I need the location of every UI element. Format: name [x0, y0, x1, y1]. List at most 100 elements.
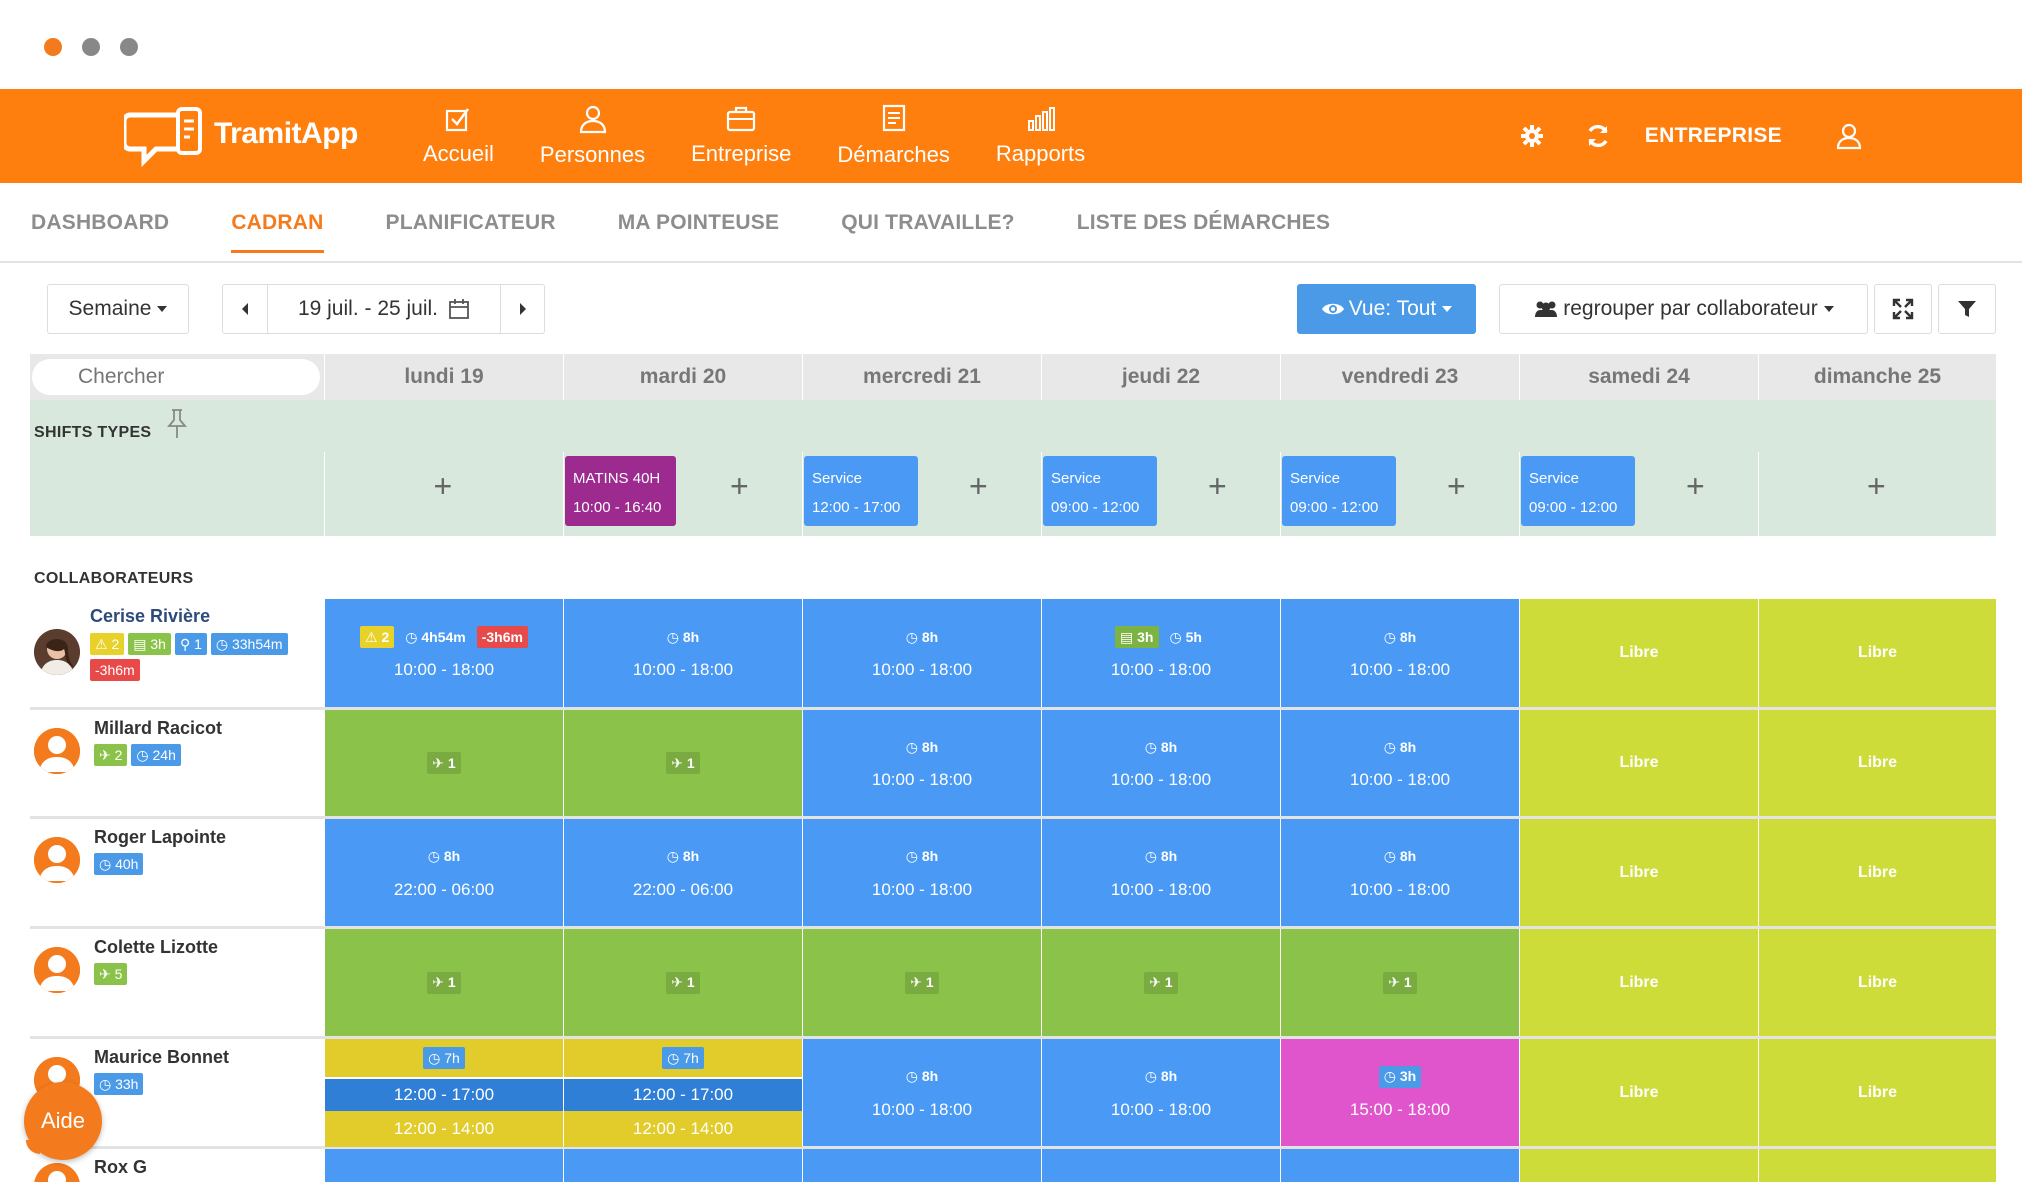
window-close-dot[interactable] — [44, 38, 62, 56]
shift-time[interactable]: 12:00 - 14:00 — [325, 1111, 563, 1147]
add-shift-icon[interactable]: + — [1208, 470, 1227, 502]
day-cell[interactable]: ◷ 8h 10:00 - 18:00 — [1280, 599, 1519, 707]
day-cell[interactable]: ◷ 8h 10:00 - 18:00 — [1041, 819, 1280, 926]
add-shift-icon[interactable]: + — [434, 470, 453, 502]
shift-type-chip[interactable]: MATINS 40H 10:00 - 16:40 — [565, 456, 676, 526]
day-cell[interactable]: ✈ 1 — [324, 929, 563, 1036]
day-cell[interactable]: Libre — [1519, 599, 1758, 707]
day-cell[interactable] — [1280, 1149, 1519, 1182]
collaborator-name[interactable]: Cerise Rivière — [90, 606, 210, 627]
day-cell[interactable]: Libre — [1758, 710, 1996, 816]
day-cell[interactable]: ◷ 8h 10:00 - 18:00 — [1041, 710, 1280, 816]
shift-type-chip[interactable]: Service 12:00 - 17:00 — [804, 456, 918, 526]
collaborator-name[interactable]: Roger Lapointe — [94, 827, 226, 848]
day-cell[interactable]: Libre — [1758, 599, 1996, 707]
day-cell[interactable]: ✈ 1 — [1041, 929, 1280, 1036]
day-cell[interactable]: ◷ 7h 12:00 - 17:00 12:00 - 14:00 — [563, 1039, 802, 1147]
day-cell[interactable]: ◷ 8h 10:00 - 18:00 — [802, 819, 1041, 926]
day-cell[interactable] — [1519, 1149, 1758, 1182]
day-cell[interactable] — [563, 1149, 802, 1182]
period-value: Semaine — [68, 297, 152, 320]
nav-accueil[interactable]: Accueil — [400, 89, 517, 183]
day-cell[interactable]: ◷ 8h 10:00 - 18:00 — [1041, 1039, 1280, 1146]
day-cell[interactable]: ▤ 3h ◷ 5h 10:00 - 18:00 — [1041, 599, 1280, 707]
shift-time[interactable]: 12:00 - 17:00 — [325, 1079, 563, 1111]
shift-type-chip[interactable]: Service 09:00 - 12:00 — [1521, 456, 1635, 526]
day-cell[interactable]: ◷ 3h 15:00 - 18:00 — [1280, 1039, 1519, 1146]
company-menu[interactable]: ENTREPRISE — [1631, 124, 1816, 148]
collaborator-name[interactable]: Millard Racicot — [94, 718, 222, 739]
collaborator-name[interactable]: Colette Lizotte — [94, 937, 218, 958]
add-shift-icon[interactable]: + — [730, 470, 749, 502]
tab-cadran[interactable]: CADRAN — [200, 183, 354, 263]
collaborator-name[interactable]: Rox G — [94, 1157, 147, 1178]
user-account-button[interactable] — [1816, 89, 1882, 183]
day-cell[interactable]: ◷ 8h 10:00 - 18:00 — [802, 599, 1041, 707]
day-cell[interactable]: Libre — [1758, 929, 1996, 1036]
day-cell[interactable] — [324, 1149, 563, 1182]
nav-entreprise[interactable]: Entreprise — [668, 89, 814, 183]
settings-button[interactable] — [1499, 89, 1565, 183]
collaborator-info[interactable]: Roger Lapointe ◷ 40h — [30, 819, 324, 926]
leave-badge: ✈ 1 — [666, 752, 700, 774]
tab-liste-demarches[interactable]: LISTE DES DÉMARCHES — [1046, 183, 1362, 263]
pin-icon[interactable] — [166, 408, 188, 440]
day-cell[interactable]: ◷ 7h 12:00 - 17:00 12:00 - 14:00 — [324, 1039, 563, 1147]
collaborator-info[interactable]: Colette Lizotte ✈ 5 — [30, 929, 324, 1036]
search-input[interactable] — [32, 359, 320, 395]
day-cell[interactable]: ◷ 8h 10:00 - 18:00 — [1280, 819, 1519, 926]
refresh-button[interactable] — [1565, 89, 1631, 183]
day-cell[interactable]: ◷ 8h 10:00 - 18:00 — [802, 710, 1041, 816]
app-logo[interactable]: TramitApp — [124, 101, 358, 167]
day-cell[interactable]: ✈ 1 — [324, 710, 563, 816]
day-cell[interactable]: Libre — [1519, 710, 1758, 816]
collaborator-info[interactable]: Millard Racicot ✈ 2 ◷ 24h — [30, 710, 324, 816]
shift-time[interactable]: 12:00 - 17:00 — [564, 1079, 802, 1111]
day-cell[interactable]: ✈ 1 — [563, 710, 802, 816]
shift-type-chip[interactable]: Service 09:00 - 12:00 — [1282, 456, 1396, 526]
day-cell[interactable]: ◷ 8h 10:00 - 18:00 — [1280, 710, 1519, 816]
day-cell[interactable] — [802, 1149, 1041, 1182]
add-shift-icon[interactable]: + — [1686, 470, 1705, 502]
day-cell[interactable]: Libre — [1519, 819, 1758, 926]
fullscreen-button[interactable] — [1874, 284, 1932, 334]
nav-personnes[interactable]: Personnes — [517, 89, 668, 183]
day-cell[interactable]: ◷ 8h 10:00 - 18:00 — [802, 1039, 1041, 1146]
next-week-button[interactable] — [500, 284, 545, 334]
nav-demarches[interactable]: Démarches — [814, 89, 972, 183]
nav-rapports[interactable]: Rapports — [973, 89, 1108, 183]
period-select[interactable]: Semaine — [47, 284, 189, 334]
tab-ma-pointeuse[interactable]: MA POINTEUSE — [587, 183, 810, 263]
tab-planificateur[interactable]: PLANIFICATEUR — [355, 183, 587, 263]
day-cell[interactable] — [1041, 1149, 1280, 1182]
date-range-picker[interactable]: 19 juil. - 25 juil. — [267, 284, 501, 334]
day-cell[interactable]: Libre — [1519, 929, 1758, 1036]
window-maximize-dot[interactable] — [120, 38, 138, 56]
day-cell[interactable]: Libre — [1519, 1039, 1758, 1146]
tab-dashboard[interactable]: DASHBOARD — [0, 183, 200, 263]
day-cell[interactable]: ◷ 8h 10:00 - 18:00 — [563, 599, 802, 707]
day-cell[interactable]: ◷ 8h 22:00 - 06:00 — [563, 819, 802, 926]
shift-type-chip[interactable]: Service 09:00 - 12:00 — [1043, 456, 1157, 526]
view-filter-button[interactable]: Vue: Tout — [1297, 284, 1476, 334]
day-cell[interactable] — [1758, 1149, 1996, 1182]
help-button[interactable]: Aide — [24, 1082, 102, 1160]
window-minimize-dot[interactable] — [82, 38, 100, 56]
day-cell[interactable]: ✈ 1 — [1280, 929, 1519, 1036]
shift-time[interactable]: 12:00 - 14:00 — [564, 1111, 802, 1147]
day-cell[interactable]: ◷ 8h 22:00 - 06:00 — [324, 819, 563, 926]
group-by-button[interactable]: regrouper par collaborateur — [1499, 284, 1868, 334]
previous-week-button[interactable] — [222, 284, 268, 334]
collaborator-info[interactable]: Cerise Rivière ⚠ 2 ▤ 3h ⚲ 1 ◷ 33h54m -3h6m — [30, 599, 324, 707]
day-cell[interactable]: ✈ 1 — [802, 929, 1041, 1036]
day-cell[interactable]: ⚠ 2 ◷ 4h54m -3h6m 10:00 - 18:00 — [324, 599, 563, 707]
collaborator-name[interactable]: Maurice Bonnet — [94, 1047, 229, 1068]
day-cell[interactable]: Libre — [1758, 1039, 1996, 1146]
add-shift-icon[interactable]: + — [1447, 470, 1466, 502]
day-cell[interactable]: Libre — [1758, 819, 1996, 926]
day-cell[interactable]: ✈ 1 — [563, 929, 802, 1036]
add-shift-icon[interactable]: + — [1867, 470, 1886, 502]
tab-qui-travaille[interactable]: QUI TRAVAILLE? — [810, 183, 1046, 263]
filter-button[interactable] — [1938, 284, 1996, 334]
add-shift-icon[interactable]: + — [969, 470, 988, 502]
